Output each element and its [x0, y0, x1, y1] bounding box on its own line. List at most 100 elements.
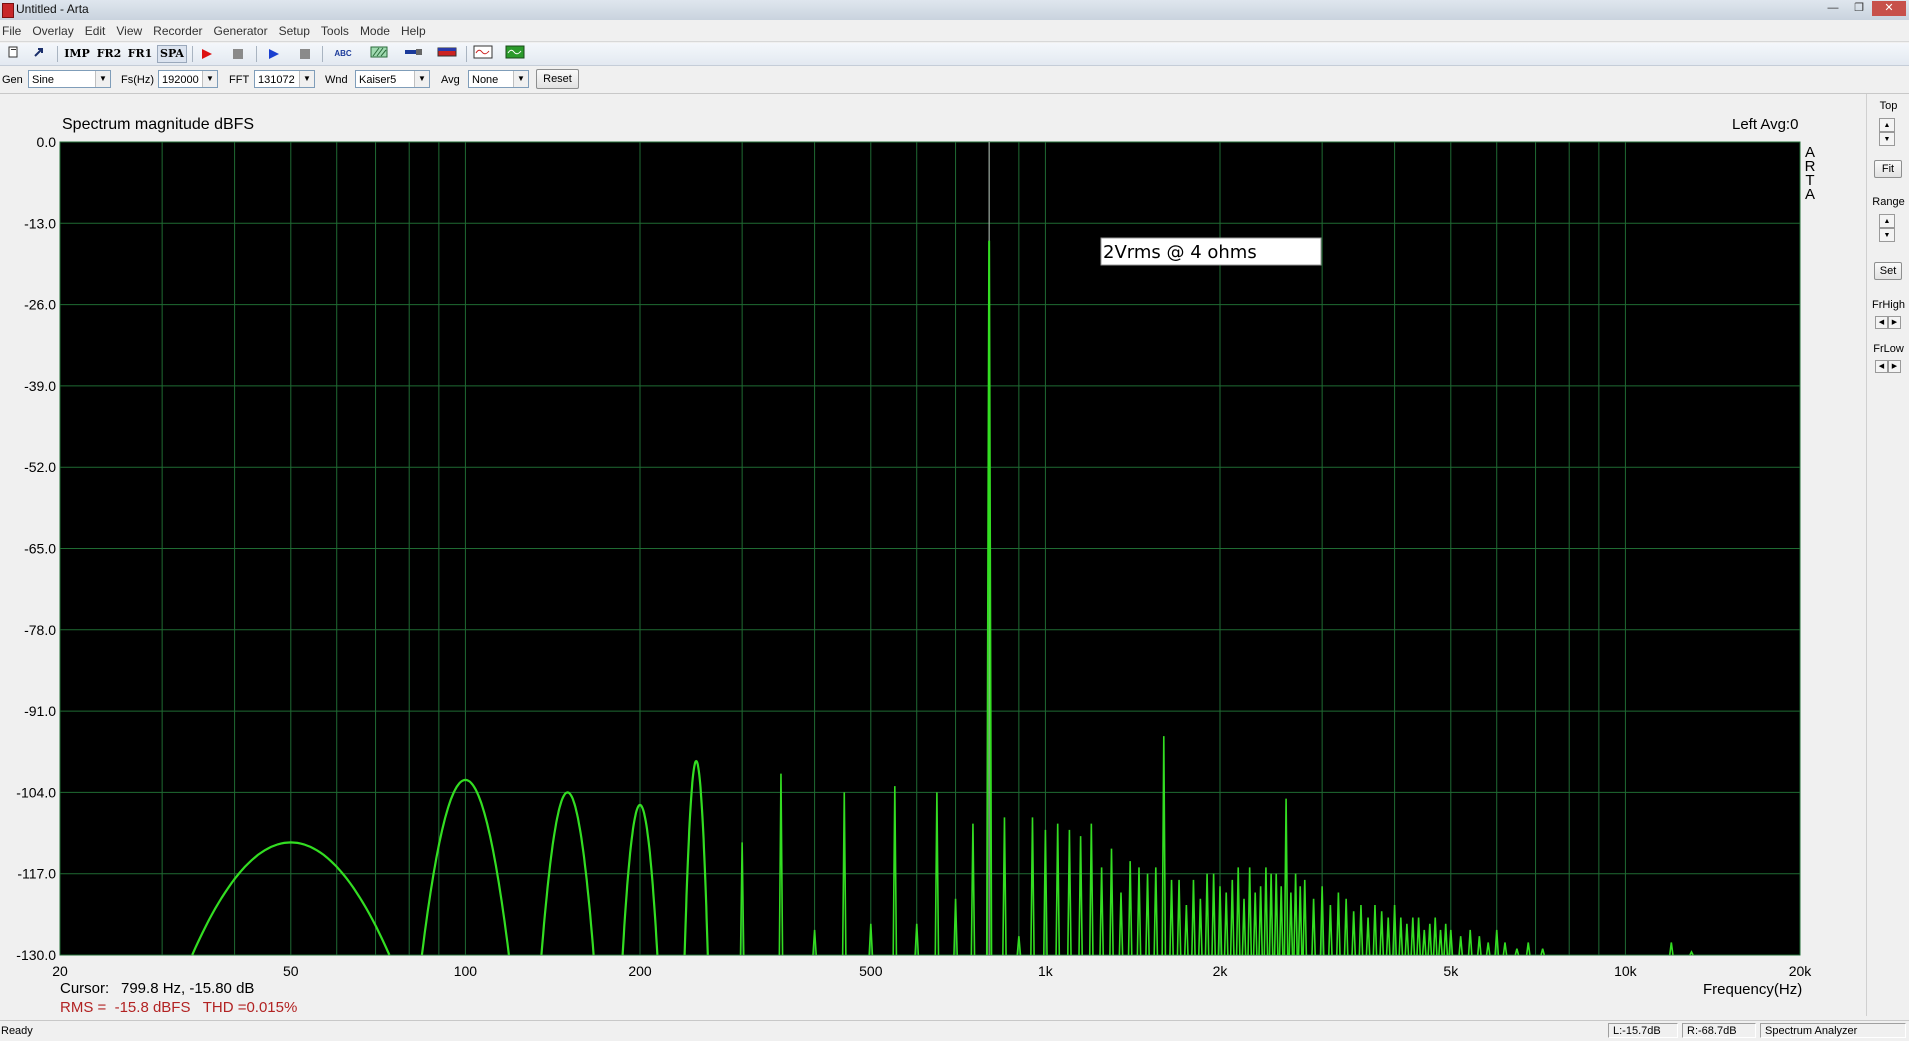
fft-size-value: 131072	[258, 74, 295, 86]
close-button[interactable]: ✕	[1872, 1, 1906, 16]
spa-mode-button[interactable]: SPA	[157, 45, 187, 63]
fr1-mode-button[interactable]: FR1	[126, 45, 154, 63]
record-play-icon	[202, 49, 212, 59]
y-tick-label: -26.0	[24, 297, 56, 313]
play-icon	[269, 49, 279, 59]
fr2-mode-button[interactable]: FR2	[95, 45, 123, 63]
new-file-icon	[8, 46, 18, 58]
menu-bar: File Overlay Edit View Recorder Generator Setu…	[0, 20, 1909, 42]
menu-file[interactable]: File	[0, 20, 26, 41]
y-tick-label: -52.0	[24, 459, 56, 475]
chevron-down-icon: ▼	[202, 71, 217, 87]
window-select[interactable]: Kaiser5 ▼	[355, 70, 430, 88]
menu-mode[interactable]: Mode	[354, 20, 395, 41]
y-tick-label: -104.0	[16, 784, 56, 800]
reset-button[interactable]: Reset	[536, 69, 579, 89]
fit-button[interactable]: Fit	[1874, 160, 1902, 178]
x-tick-label: 500	[859, 963, 883, 979]
averaging-select[interactable]: None ▼	[468, 70, 529, 88]
sample-rate-select[interactable]: 192000 ▼	[158, 70, 218, 88]
menu-generator[interactable]: Generator	[208, 20, 273, 41]
new-file-button[interactable]	[3, 45, 23, 63]
arta-app-icon	[2, 3, 14, 18]
frhigh-left-button[interactable]: ◀	[1875, 316, 1888, 329]
x-tick-label: 50	[283, 963, 299, 979]
y-tick-label: 0.0	[37, 134, 57, 150]
record-stop-button[interactable]	[228, 45, 248, 63]
menu-tools[interactable]: Tools	[315, 20, 354, 41]
fft-label: FFT	[229, 74, 250, 86]
x-axis-label: Frequency(Hz)	[1703, 981, 1802, 998]
chevron-down-icon: ▼	[95, 71, 110, 87]
toolbar-separator	[466, 46, 467, 62]
cursor-label: Cursor:	[60, 980, 109, 997]
menu-setup[interactable]: Setup	[273, 20, 315, 41]
y-tick-label: -39.0	[24, 378, 56, 394]
x-tick-label: 5k	[1443, 963, 1459, 979]
chart-title: Spectrum magnitude dBFS	[62, 116, 254, 133]
top-label: Top	[1879, 100, 1898, 112]
status-ready: Ready	[1, 1025, 33, 1037]
grid-button[interactable]	[369, 45, 389, 63]
x-tick-label: 2k	[1213, 963, 1229, 979]
imp-mode-button[interactable]: IMP	[63, 45, 91, 63]
range-down-button[interactable]: ▼	[1879, 228, 1895, 242]
connector-button[interactable]	[404, 45, 424, 63]
mode-pane: Spectrum Analyzer	[1760, 1023, 1906, 1038]
chevron-down-icon: ▼	[414, 71, 429, 87]
averaging-value: None	[472, 74, 499, 86]
annotation-text: 2Vrms @ 4 ohms	[1103, 242, 1257, 263]
waveform-icon	[473, 45, 493, 59]
x-tick-label: 20k	[1789, 963, 1813, 979]
toolbar-separator	[322, 46, 323, 62]
frhigh-right-button[interactable]: ▶	[1888, 316, 1901, 329]
toolbar: IMP FR2 FR1 SPA ABC	[0, 43, 1909, 66]
record-button[interactable]	[197, 45, 217, 63]
menu-help[interactable]: Help	[395, 20, 431, 41]
avg-label: Avg	[441, 74, 460, 86]
cable-icon	[405, 49, 422, 55]
toolbar-separator	[192, 46, 193, 62]
generator-select[interactable]: Sine ▼	[28, 70, 111, 88]
chart-grid	[59, 141, 1801, 956]
menu-edit[interactable]: Edit	[79, 20, 111, 41]
menu-view[interactable]: View	[110, 20, 147, 41]
title-bar: Untitled - Arta — ❐ ✕	[0, 0, 1909, 21]
frlow-label: FrLow	[1873, 343, 1904, 355]
x-tick-label: 200	[628, 963, 652, 979]
arta-brand-letter: A	[1805, 186, 1815, 203]
frlow-right-button[interactable]: ▶	[1888, 360, 1901, 373]
spectrum-view-button[interactable]	[505, 45, 525, 63]
open-arrow-icon	[34, 48, 43, 57]
y-tick-label: -130.0	[16, 947, 56, 963]
y-tick-label: -13.0	[24, 215, 56, 231]
open-file-button[interactable]	[29, 45, 49, 63]
set-button[interactable]: Set	[1874, 262, 1902, 280]
meter-button[interactable]	[437, 45, 457, 63]
generator-stop-button[interactable]	[295, 45, 315, 63]
rms-thd-readout: RMS = -15.8 dBFS THD =0.015%	[60, 999, 297, 1016]
frlow-left-button[interactable]: ◀	[1875, 360, 1888, 373]
range-up-button[interactable]: ▲	[1879, 214, 1895, 228]
wnd-label: Wnd	[325, 74, 348, 86]
scope-button[interactable]	[473, 45, 493, 63]
gen-label: Gen	[2, 74, 23, 86]
maximize-button[interactable]: ❐	[1846, 1, 1872, 16]
cursor-readout: 799.8 Hz, -15.80 dB	[121, 980, 254, 997]
settings-bar: Gen Sine ▼ Fs(Hz) 192000 ▼ FFT 131072 ▼ …	[0, 67, 1909, 94]
minimize-button[interactable]: —	[1820, 1, 1846, 16]
range-label: Range	[1872, 196, 1905, 208]
sample-rate-value: 192000	[162, 74, 199, 86]
spectrum-chart[interactable]: 0.0 -13.0 -26.0 -39.0 -52.0 -65.0 -78.0 -91.0 -1…	[0, 94, 1862, 1016]
generator-play-button[interactable]	[264, 45, 284, 63]
arta-vertical-brand: ARTA	[1805, 144, 1816, 203]
y-tick-label: -117.0	[17, 866, 56, 882]
menu-recorder[interactable]: Recorder	[147, 20, 207, 41]
top-down-button[interactable]: ▼	[1879, 132, 1895, 146]
fft-size-select[interactable]: 131072 ▼	[254, 70, 315, 88]
chevron-down-icon: ▼	[299, 71, 314, 87]
menu-overlay[interactable]: Overlay	[26, 20, 78, 41]
top-up-button[interactable]: ▲	[1879, 118, 1895, 132]
abc-button[interactable]: ABC	[330, 45, 356, 63]
generator-value: Sine	[32, 74, 55, 86]
